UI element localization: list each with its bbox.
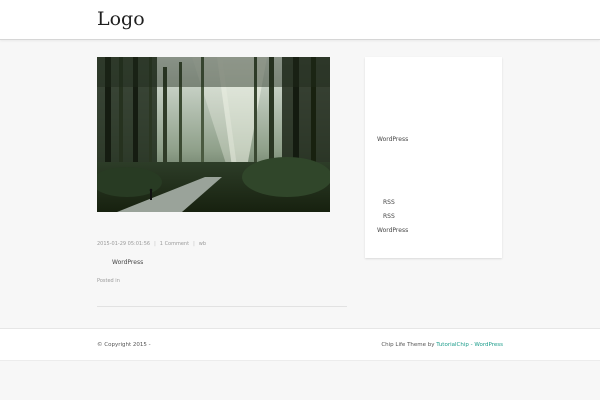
theme-credit: Chip Life Theme by TutorialChip - WordPr… — [381, 341, 503, 349]
site-footer: © Copyright 2015 - Chip Life Theme by Tu… — [0, 328, 600, 361]
post-divider — [97, 306, 347, 307]
site-logo[interactable]: Logo — [97, 7, 145, 31]
post-author-link[interactable]: wb — [199, 241, 206, 247]
sidebar-rss-link[interactable]: RSS — [383, 198, 395, 207]
sidebar-wordpress-link[interactable]: WordPress — [377, 226, 408, 235]
sidebar-wordpress-link[interactable]: WordPress — [377, 135, 408, 144]
credit-dash: - — [470, 342, 473, 348]
sidebar-rss-link[interactable]: RSS — [383, 212, 395, 221]
copyright-text: © Copyright 2015 - — [97, 342, 151, 348]
meta-separator: | — [154, 241, 156, 247]
wordpress-link[interactable]: WordPress — [474, 342, 503, 348]
tutorialchip-link[interactable]: TutorialChip — [436, 342, 469, 348]
post-date[interactable]: 2015-01-29 05:01:56 — [97, 241, 150, 247]
post-meta: 2015-01-29 05:01:56 | 1 Comment | wb — [97, 240, 206, 248]
credit-prefix: Chip Life Theme by — [381, 342, 435, 348]
post-featured-image[interactable] — [97, 57, 330, 212]
posted-in-label: Posted in — [97, 278, 120, 284]
meta-separator: | — [193, 241, 195, 247]
post-comments-link[interactable]: 1 Comment — [160, 241, 189, 247]
post-body-text: WordPress — [112, 259, 144, 266]
site-header: Logo — [0, 0, 600, 40]
sidebar-widget: WordPress RSS RSS WordPress — [365, 57, 502, 258]
